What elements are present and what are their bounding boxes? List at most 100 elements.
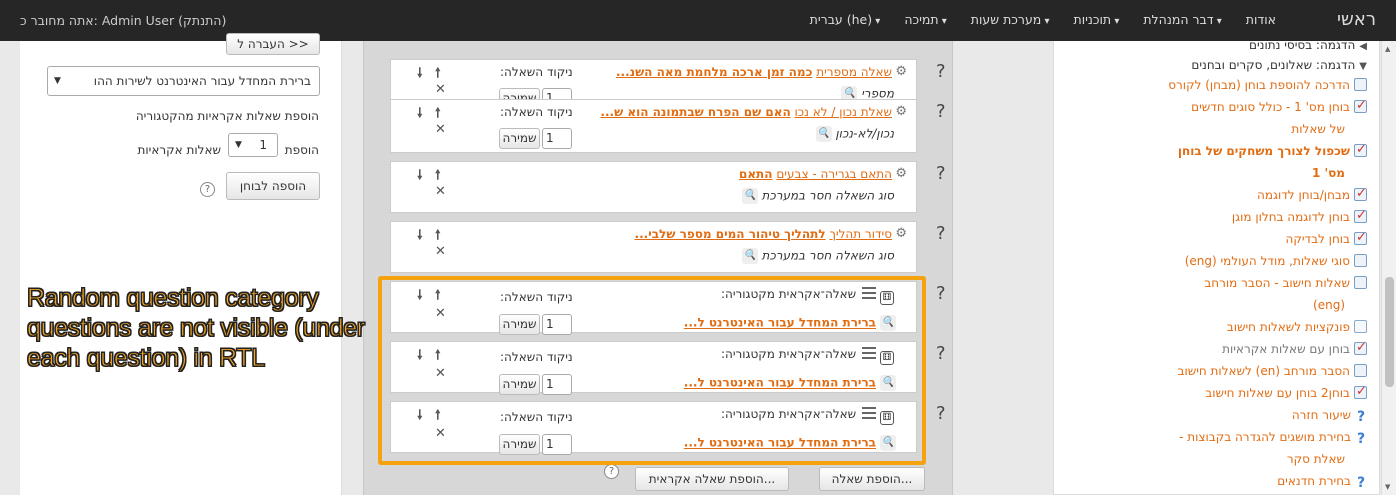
vertical-scrollbar[interactable]: ▲ ▼ xyxy=(1381,41,1396,495)
help-icon[interactable]: ? xyxy=(604,464,619,479)
arrow-down-icon[interactable]: 🠗 xyxy=(417,226,423,248)
preview-icon[interactable]: 🔍 xyxy=(815,126,832,142)
brand-link[interactable]: ראשי xyxy=(1337,9,1376,30)
category-select[interactable]: ברירת המחדל עבור האינטרנט לשירות ההו ▼ xyxy=(47,66,320,96)
tree-item-label: שכפול לצורך משחקים של בוחן xyxy=(1177,144,1350,158)
delete-icon[interactable]: ✕ xyxy=(435,244,446,259)
tree-item[interactable]: שאלות חישוב - הסבר מורחב xyxy=(1204,273,1367,293)
question-help-icon[interactable]: ? xyxy=(936,223,946,244)
tree-item-label: הדגמה: בסיסי נתונים xyxy=(1249,38,1356,52)
arrow-down-icon[interactable]: 🠗 xyxy=(417,166,423,188)
question-type-link[interactable]: שאלה מספרית xyxy=(816,65,892,79)
quiz-icon xyxy=(1354,184,1367,204)
delete-icon[interactable]: ✕ xyxy=(435,82,446,97)
document-icon xyxy=(1354,320,1367,333)
tree-item[interactable]: מבחן/בוחן לדוגמה xyxy=(1257,184,1367,205)
scroll-down-icon[interactable]: ▼ xyxy=(1385,483,1390,491)
tree-item[interactable]: בוחן לבדיקה xyxy=(1286,228,1367,249)
tree-item-label: בחירת חדנאים xyxy=(1277,474,1351,488)
question-help-icon[interactable]: ? xyxy=(936,101,946,122)
random-question-block: העברה ל >> ברירת המחדל עבור האינטרנט לשי… xyxy=(20,33,342,495)
question-name-link[interactable]: התאם xyxy=(739,167,773,181)
menu-item-support[interactable]: תמיכה xyxy=(904,12,946,27)
question-help-icon[interactable]: ? xyxy=(936,283,946,304)
scroll-up-icon[interactable]: ▲ xyxy=(1385,45,1390,53)
scrollbar-thumb[interactable] xyxy=(1385,277,1394,387)
question-title: שאלה מספרית כמה זמן ארכה מלחמת מאה השנ..… xyxy=(616,65,892,79)
question-type-link[interactable]: שאלת נכון / לא נכו xyxy=(795,105,892,119)
tree-item[interactable]: בוחן עם שאלות אקראיות xyxy=(1222,338,1367,359)
tree-item[interactable]: הדרכה להוספת בוחן (מבחן) לקורס xyxy=(1168,75,1367,95)
quiz-icon xyxy=(1354,254,1367,267)
category-select-value: ברירת המחדל עבור האינטרנט לשירות ההו xyxy=(93,74,311,88)
tree-item[interactable]: ? שיעור חזרה xyxy=(1292,405,1367,425)
preview-icon[interactable]: 🔍 xyxy=(741,188,758,204)
tree-item[interactable]: בוחן מס' 1 - כולל סוגים חדשים xyxy=(1191,96,1367,117)
question-name-link[interactable]: כמה זמן ארכה מלחמת מאה השנ... xyxy=(616,65,812,79)
grade-input[interactable]: 1 xyxy=(542,128,572,149)
move-to-button[interactable]: העברה ל >> xyxy=(226,33,320,55)
caret-icon[interactable]: ◀ xyxy=(1359,37,1367,57)
tree-item: (eng) xyxy=(1313,295,1345,315)
menu-item-principal[interactable]: דבר המנהלת xyxy=(1143,12,1221,27)
question-type-link[interactable]: התאם בגרירה - צבעים xyxy=(776,167,892,181)
arrow-down-icon[interactable]: 🠗 xyxy=(417,64,423,86)
question-subtype: נכון/לא-נכון 🔍 xyxy=(812,126,894,142)
question-name-link[interactable]: האם שם הפרח שבתמונה הוא ש... xyxy=(600,105,790,119)
tree-item[interactable]: שכפול לצורך משחקים של בוחן xyxy=(1177,140,1367,161)
tree-item[interactable]: בוחן לדוגמה בחלון מוגן xyxy=(1232,206,1367,227)
menu-item-timetable[interactable]: מערכת שעות xyxy=(971,12,1050,27)
quiz-icon xyxy=(1354,276,1367,289)
tree-item-label: הדגמה: שאלונים, סקרים ובחנים xyxy=(1191,58,1356,72)
question-help-icon[interactable]: ? xyxy=(936,163,946,184)
help-icon[interactable]: ? xyxy=(200,182,215,197)
add-random-question-button[interactable]: הוספת שאלה אקראית... xyxy=(635,467,789,491)
random-count-value: 1 xyxy=(259,138,267,152)
preview-icon[interactable]: 🔍 xyxy=(741,248,758,264)
delete-icon[interactable]: ✕ xyxy=(435,184,446,199)
add-to-quiz-button[interactable]: הוספה לבוחן xyxy=(226,172,320,200)
quiz-icon xyxy=(1354,140,1367,160)
language-menu[interactable]: עברית (he) xyxy=(810,12,881,27)
tree-item[interactable]: ? בחירת מושגים להגדרה בקבוצות - xyxy=(1179,427,1367,447)
tree-item[interactable]: ▼הדגמה: שאלונים, סקרים ובחנים xyxy=(1191,55,1367,77)
annotation-text: Random question category questions are n… xyxy=(27,284,366,373)
random-count-select[interactable]: 1 ▼ xyxy=(228,133,278,157)
tree-item[interactable]: ◀הדגמה: בסיסי נתונים xyxy=(1249,35,1367,57)
tree-item: מס' 1 xyxy=(1312,163,1345,183)
tree-item[interactable]: הסבר מורחב (en) לשאלות חישוב xyxy=(1177,361,1367,381)
question-subtype: סוג השאלה חסר במערכת 🔍 xyxy=(738,188,894,204)
question-title: סידור תהליך לתהליך טיהור המים מספר שלבי.… xyxy=(635,227,892,241)
tree-item-label: שיעור חזרה xyxy=(1291,408,1351,422)
top-navbar: ראשי אודות דבר המנהלת תוכניות מערכת שעות… xyxy=(0,0,1396,41)
quiz-icon xyxy=(1354,206,1367,226)
delete-icon[interactable]: ✕ xyxy=(435,122,446,137)
tree-item[interactable]: סוגי שאלות, מודל העולמי (eng) xyxy=(1185,251,1367,271)
tree-item-label: של שאלות xyxy=(1291,122,1345,136)
tree-item[interactable]: פונקציות לשאלות חישוב xyxy=(1227,317,1367,337)
question-slot: ⚙ התאם בגרירה - צבעים התאם סוג השאלה חסר ב… xyxy=(390,161,917,213)
gear-icon[interactable]: ⚙ xyxy=(895,105,907,118)
logged-in-user[interactable]: אתה מחובר כ: Admin User (התנתק) xyxy=(20,13,226,28)
save-grade-button[interactable]: שמירה xyxy=(499,128,540,149)
menu-item-about[interactable]: אודות xyxy=(1246,12,1276,27)
quiz-icon xyxy=(1354,96,1367,116)
question-help-icon[interactable]: ? xyxy=(936,403,946,424)
question-title: שאלת נכון / לא נכו האם שם הפרח שבתמונה ה… xyxy=(600,105,892,119)
question-help-icon[interactable]: ? xyxy=(936,61,946,82)
tree-item[interactable]: ? בחירת חדנאים xyxy=(1277,471,1367,491)
tree-item-label: הסבר מורחב (en) לשאלות חישוב xyxy=(1177,364,1351,378)
question-help-icon[interactable]: ? xyxy=(936,343,946,364)
gear-icon[interactable]: ⚙ xyxy=(895,167,907,180)
chevron-down-icon: ▼ xyxy=(54,76,61,86)
question-type-link[interactable]: סידור תהליך xyxy=(829,227,892,241)
menu-item-programs[interactable]: תוכניות xyxy=(1073,12,1119,27)
gear-icon[interactable]: ⚙ xyxy=(895,227,907,240)
question-name-link[interactable]: לתהליך טיהור המים מספר שלבי... xyxy=(635,227,826,241)
arrow-down-icon[interactable]: 🠗 xyxy=(417,104,423,126)
caret-icon[interactable]: ▼ xyxy=(1359,57,1367,77)
tree-item[interactable]: בוחן2 בוחן עם שאלות חישוב xyxy=(1205,382,1367,403)
add-question-button[interactable]: הוספת שאלה... xyxy=(819,467,925,491)
gear-icon[interactable]: ⚙ xyxy=(895,65,907,78)
tree-item-label: בוחן עם שאלות אקראיות xyxy=(1222,342,1350,356)
